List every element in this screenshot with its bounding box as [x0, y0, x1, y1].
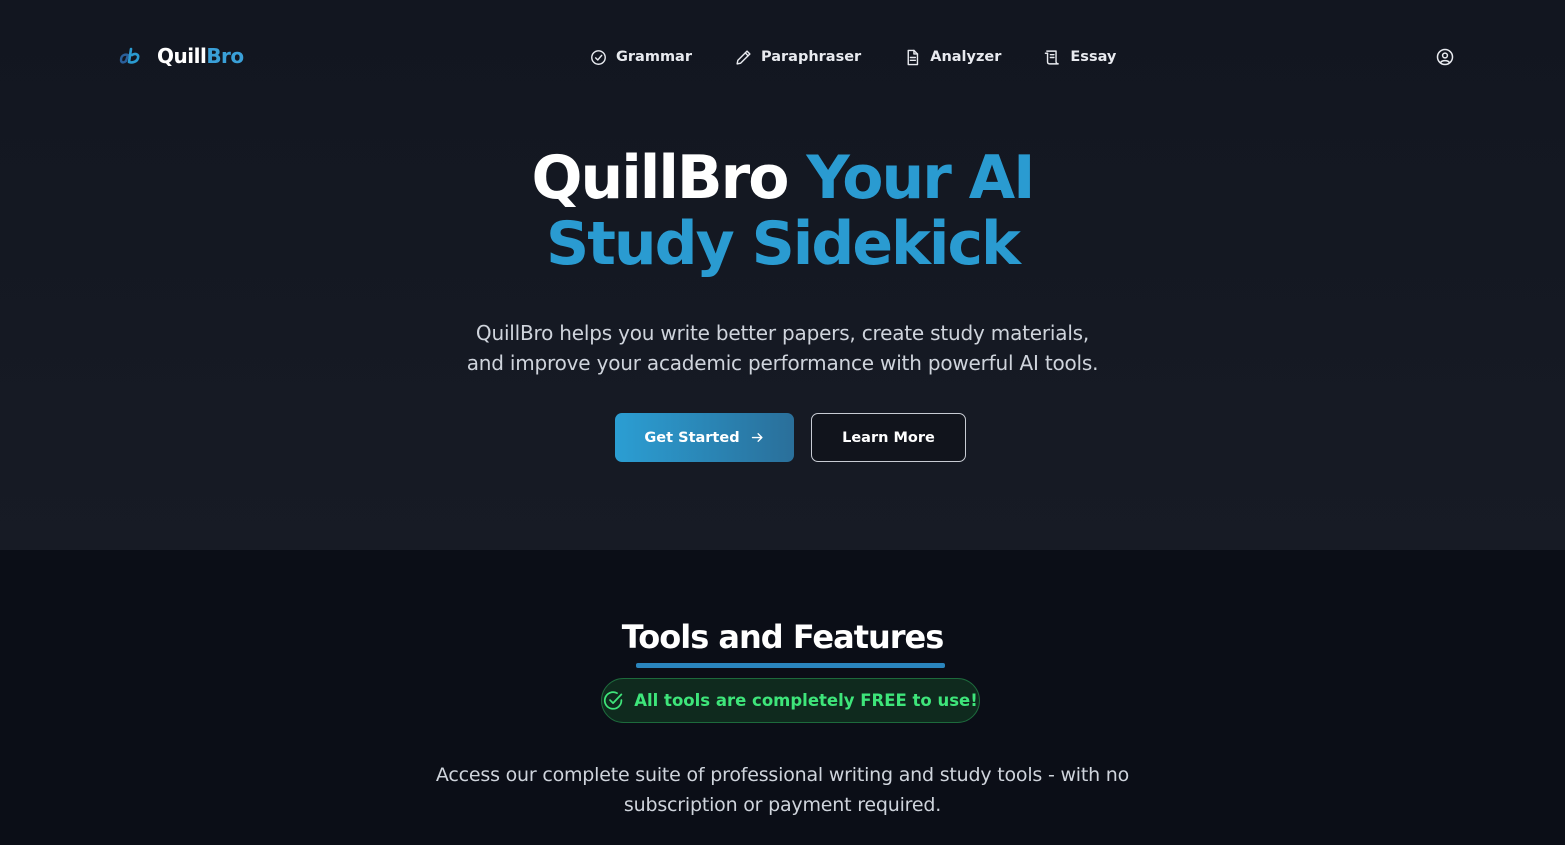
- check-circle-icon: [591, 49, 606, 65]
- logo-text-part1: Quill: [157, 44, 207, 68]
- get-started-button[interactable]: Get Started: [615, 413, 794, 462]
- subtitle-line2: and improve your academic performance wi…: [466, 351, 1099, 375]
- subtitle-line1: QuillBro helps you write better papers, …: [475, 321, 1090, 345]
- headline-brand: QuillBro: [531, 143, 790, 213]
- hero-subtitle: QuillBro helps you write better papers, …: [0, 318, 1565, 378]
- nav-item-grammar[interactable]: Grammar: [590, 49, 692, 66]
- nav-item-label: Grammar: [616, 49, 692, 65]
- headline-accent: Your AI: [806, 143, 1035, 213]
- top-navbar: QuillBro Grammar Paraphraser Analyzer Es…: [0, 0, 1565, 112]
- check-circle-icon: [604, 691, 623, 710]
- tools-desc-line2: subscription or payment required.: [623, 794, 942, 816]
- logo-text-part2: Bro: [206, 44, 244, 68]
- quillbro-logo-icon: [119, 47, 140, 64]
- nav-item-analyzer[interactable]: Analyzer: [904, 49, 1001, 66]
- headline-line2: Study Sidekick: [546, 209, 1021, 279]
- nav-links: Grammar Paraphraser Analyzer Essay: [590, 46, 1116, 68]
- nav-item-label: Analyzer: [930, 49, 1002, 65]
- learn-more-label: Learn More: [842, 429, 935, 446]
- tools-section-title: Tools and Features: [621, 618, 945, 656]
- user-circle-icon[interactable]: [1436, 48, 1454, 66]
- title-underline: [636, 663, 945, 668]
- tools-description: Access our complete suite of professiona…: [0, 760, 1565, 820]
- pencil-icon: [736, 49, 751, 65]
- logo-text: QuillBro: [157, 44, 244, 68]
- free-badge: All tools are completely FREE to use!: [601, 678, 980, 723]
- tools-desc-line1: Access our complete suite of professiona…: [435, 764, 1130, 786]
- free-badge-label: All tools are completely FREE to use!: [634, 691, 978, 710]
- nav-item-label: Essay: [1070, 49, 1117, 65]
- learn-more-button[interactable]: Learn More: [811, 413, 966, 462]
- document-icon: [907, 49, 919, 65]
- nav-item-essay[interactable]: Essay: [1044, 49, 1116, 66]
- scroll-icon: [1045, 49, 1060, 65]
- hero-headline: QuillBro Your AI Study Sidekick: [0, 145, 1565, 277]
- nav-item-paraphraser[interactable]: Paraphraser: [735, 49, 861, 66]
- logo[interactable]: QuillBro: [118, 42, 244, 70]
- get-started-label: Get Started: [644, 429, 740, 446]
- nav-item-label: Paraphraser: [761, 49, 862, 65]
- arrow-right-icon: [751, 433, 763, 442]
